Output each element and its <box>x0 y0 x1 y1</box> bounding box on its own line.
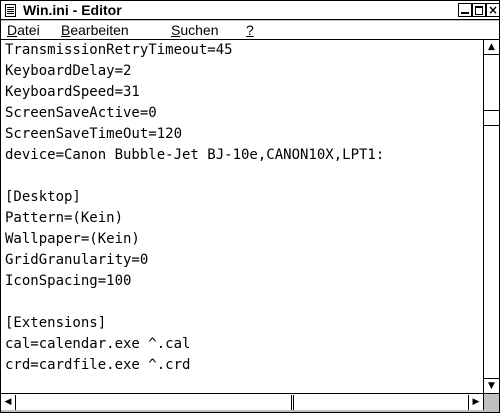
scroll-up-button[interactable]: ▲ <box>484 40 499 55</box>
text-line: IconSpacing=100 <box>5 273 132 289</box>
scroll-right-button[interactable]: ▶ <box>468 395 483 410</box>
menu-bearbeiten-label: earbeiten <box>70 22 129 38</box>
menu-datei-accel: D <box>7 22 18 38</box>
text-line: KeyboardDelay=2 <box>5 63 132 79</box>
text-line: cal=calendar.exe ^.cal <box>5 336 191 352</box>
text-line: KeyboardSpeed=31 <box>5 84 140 100</box>
menu-datei[interactable]: Datei <box>7 22 40 38</box>
text-line: device=Canon Bubble-Jet BJ-10e,CANON10X,… <box>5 147 385 163</box>
text-editor-area[interactable]: TransmissionRetryTimeout=45 KeyboardDela… <box>1 40 483 393</box>
text-line: GridGranularity=0 <box>5 252 149 268</box>
title-bar[interactable]: Win.ini - Editor × <box>1 1 500 20</box>
text-line: [Desktop] <box>5 189 81 205</box>
text-line: crd=cardfile.exe ^.crd <box>5 357 191 373</box>
scrollbar-corner <box>483 393 499 410</box>
vertical-scrollbar[interactable]: ▲ ▼ <box>483 40 499 393</box>
menu-suchen-label: uchen <box>180 22 219 38</box>
menu-suchen[interactable]: Suchen <box>171 22 219 38</box>
menu-help[interactable]: ? <box>246 22 254 38</box>
text-line: TransmissionRetryTimeout=45 <box>5 42 233 58</box>
close-button[interactable]: × <box>486 3 500 17</box>
horizontal-scroll-thumb[interactable] <box>291 395 294 410</box>
menu-datei-label: atei <box>17 22 40 38</box>
text-line: ScreenSaveActive=0 <box>5 105 157 121</box>
horizontal-scrollbar[interactable]: ◀ ▶ <box>1 393 483 410</box>
text-line: Pattern=(Kein) <box>5 210 124 226</box>
vertical-scroll-thumb[interactable] <box>484 110 499 126</box>
scroll-down-button[interactable]: ▼ <box>484 378 499 393</box>
text-line: Wallpaper=(Kein) <box>5 231 140 247</box>
text-line: ScreenSaveTimeOut=120 <box>5 126 183 142</box>
window-title: Win.ini - Editor <box>23 2 122 18</box>
menu-help-accel: ? <box>246 22 254 38</box>
text-line: [Extensions] <box>5 315 107 331</box>
scroll-left-button[interactable]: ◀ <box>1 395 16 410</box>
menu-bearbeiten-accel: B <box>61 22 71 38</box>
menu-bar: Datei Bearbeiten Suchen ? <box>1 21 499 40</box>
editor-window: Win.ini - Editor × Datei Bearbeiten Such… <box>0 0 500 413</box>
maximize-button[interactable] <box>472 3 486 17</box>
menu-bearbeiten[interactable]: Bearbeiten <box>61 22 129 38</box>
minimize-button[interactable] <box>458 3 472 17</box>
menu-suchen-accel: S <box>171 22 181 38</box>
system-menu-icon[interactable] <box>5 4 16 17</box>
